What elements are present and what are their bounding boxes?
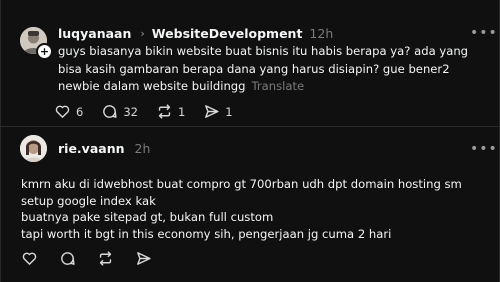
post-header: luqyanaan › WebsiteDevelopment 12h	[58, 24, 333, 42]
speech-bubble-icon	[61, 252, 75, 265]
send-icon	[205, 105, 219, 118]
share-count: 1	[225, 104, 233, 119]
repost-icon	[99, 251, 112, 266]
reply-line: buatnya pake sitepad gt, bukan full cust…	[21, 210, 274, 224]
reply-share-button[interactable]	[135, 250, 157, 267]
post-actions: 6 32 1 1	[54, 103, 251, 120]
reply-timestamp: 2h	[134, 141, 151, 156]
reply-repost-button[interactable]	[97, 250, 119, 267]
heart-icon	[55, 105, 70, 118]
thread-divider	[1, 126, 499, 127]
send-icon	[137, 252, 151, 265]
reply-text: kmrn aku di idwebhost buat compro gt 700…	[21, 176, 489, 242]
reply-actions	[21, 250, 173, 267]
share-button[interactable]: 1	[203, 103, 233, 120]
post-topic-tag[interactable]: WebsiteDevelopment	[152, 26, 303, 41]
reply-line: tapi worth it bgt in this economy sih, p…	[21, 226, 392, 241]
post-username[interactable]: luqyanaan	[58, 26, 131, 41]
like-button[interactable]: 6	[54, 103, 83, 120]
like-count: 6	[76, 104, 84, 119]
repost-count: 1	[177, 104, 186, 119]
reply-more-dots-icon[interactable]: •••	[470, 142, 497, 156]
reply-author-avatar[interactable]	[20, 135, 47, 162]
reply-comment-button[interactable]	[59, 250, 81, 267]
chevron-right-icon: ›	[140, 26, 145, 40]
follow-plus-icon[interactable]: +	[36, 43, 53, 60]
post-timestamp: 12h	[309, 25, 334, 41]
translate-link[interactable]: Translate	[252, 79, 305, 93]
reply-username[interactable]: rie.vaann	[58, 141, 125, 156]
speech-bubble-icon	[103, 105, 117, 118]
heart-icon	[22, 252, 37, 265]
repost-icon	[158, 104, 171, 119]
repost-button[interactable]: 1	[156, 103, 185, 120]
post-text: guys biasanya bikin website buat bisnis …	[58, 43, 488, 96]
post[interactable]: + luqyanaan › WebsiteDevelopment 12h •••…	[1, 0, 499, 126]
reply-line: kmrn aku di idwebhost buat compro gt 700…	[21, 177, 462, 208]
comment-button[interactable]: 32	[101, 103, 138, 120]
reply-header: rie.vaann 2h	[58, 141, 150, 156]
post-more-dots-icon[interactable]: •••	[470, 26, 497, 40]
reply-like-button[interactable]	[21, 250, 43, 267]
thread-feed: + luqyanaan › WebsiteDevelopment 12h •••…	[0, 0, 500, 282]
comment-count: 32	[123, 104, 138, 119]
